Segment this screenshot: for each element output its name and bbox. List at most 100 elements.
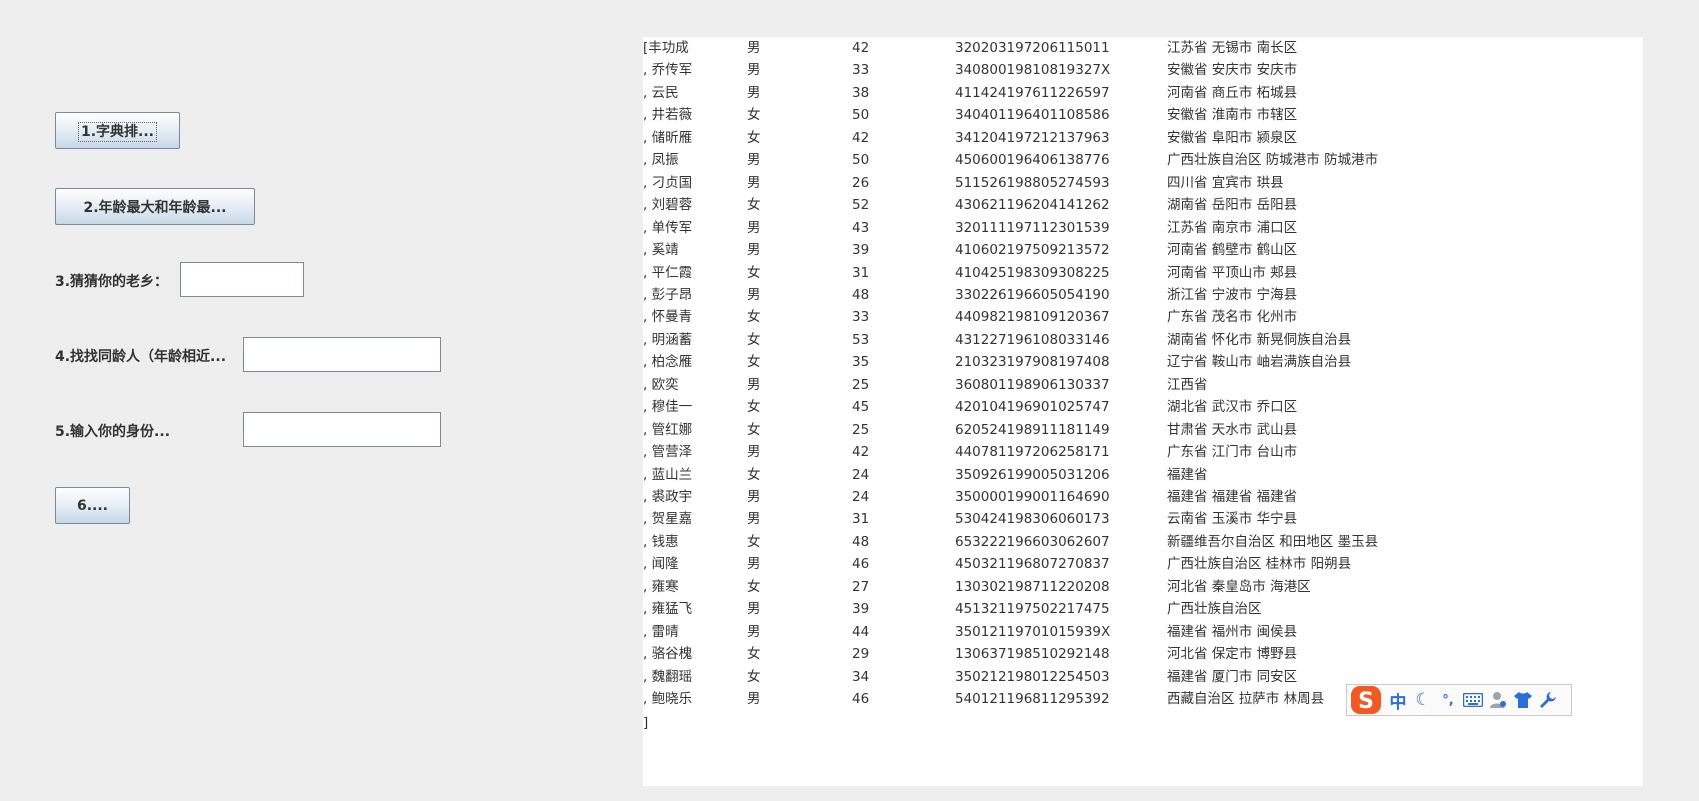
person-id-number: 320203197206115011 bbox=[955, 40, 1110, 56]
person-address: 湖南省 怀化市 新晃侗族自治县 bbox=[1167, 331, 1352, 348]
person-id-number: 210323197908197408 bbox=[955, 354, 1110, 371]
list-item: , 贺星嘉 男 31 530424198306060173 云南省 玉溪市 华宁县 bbox=[643, 508, 1643, 530]
list-item: , 彭子昂 男 48 330226196605054190 浙江省 宁波市 宁海县 bbox=[643, 284, 1643, 306]
list-item: , 奚靖 男 39 410602197509213572 河南省 鹤壁市 鹤山区 bbox=[643, 239, 1643, 261]
person-name: , 雷晴 bbox=[643, 623, 679, 640]
person-address: 河北省 秦皇岛市 海港区 bbox=[1167, 578, 1311, 595]
person-gender: 男 bbox=[747, 174, 761, 191]
same-age-input[interactable] bbox=[243, 337, 441, 372]
person-gender: 男 bbox=[747, 219, 761, 236]
list-item: , 穆佳一 女 45 420104196901025747 湖北省 武汉市 乔口区 bbox=[643, 396, 1643, 418]
person-gender: 男 bbox=[747, 489, 761, 505]
person-age: 52 bbox=[852, 197, 870, 214]
person-gender: 男 bbox=[747, 62, 761, 79]
person-name: , 凤振 bbox=[643, 152, 679, 169]
keyboard-icon[interactable] bbox=[1463, 689, 1483, 711]
person-name: , 明涵蓄 bbox=[643, 331, 693, 348]
shirt-icon[interactable] bbox=[1513, 689, 1533, 711]
person-age: 39 bbox=[852, 601, 870, 618]
person-gender: 男 bbox=[747, 556, 761, 573]
person-address: 河南省 鹤壁市 鹤山区 bbox=[1167, 242, 1298, 259]
person-gender: 男 bbox=[747, 601, 761, 618]
person-id-number: 653222196603062607 bbox=[955, 533, 1110, 550]
person-gender: 女 bbox=[747, 309, 761, 326]
person-id-number: 450600196406138776 bbox=[955, 152, 1110, 169]
sort-dictionary-button[interactable]: 1.字典排... bbox=[55, 112, 180, 149]
person-address: 福建省 福州市 闽侯县 bbox=[1167, 623, 1298, 640]
closing-bracket: ] bbox=[643, 715, 649, 731]
person-gender: 女 bbox=[747, 129, 761, 146]
svg-text:S: S bbox=[1358, 689, 1374, 714]
person-name: , 雍寒 bbox=[643, 578, 679, 595]
person-id-number: 130637198510292148 bbox=[955, 646, 1110, 663]
person-age: 24 bbox=[852, 489, 870, 505]
person-age: 25 bbox=[852, 421, 870, 438]
person-name: , 管营泽 bbox=[643, 444, 693, 461]
person-address: 福建省 bbox=[1167, 466, 1208, 483]
person-address: 广东省 茂名市 化州市 bbox=[1167, 309, 1298, 326]
ime-toolbar[interactable]: S 中 ☾ °, bbox=[1346, 684, 1572, 716]
list-item: , 骆谷槐 女 29 130637198510292148 河北省 保定市 博野县 bbox=[643, 643, 1643, 665]
person-id-number: 341204197212137963 bbox=[955, 129, 1110, 146]
person-age: 42 bbox=[852, 444, 870, 461]
person-address: 福建省 厦门市 同安区 bbox=[1167, 668, 1298, 685]
person-address: 江苏省 南京市 浦口区 bbox=[1167, 219, 1298, 236]
person-name: , 雍猛飞 bbox=[643, 601, 693, 618]
person-gender: 男 bbox=[747, 623, 761, 640]
person-gender: 女 bbox=[747, 421, 761, 438]
list-item: , 凤振 男 50 450600196406138776 广西壮族自治区 防城港市 防城… bbox=[643, 149, 1643, 171]
person-id-number: 540121196811295392 bbox=[955, 691, 1110, 708]
person-address: 广西壮族自治区 bbox=[1167, 601, 1262, 618]
person-name: , 贺星嘉 bbox=[643, 511, 693, 528]
chinese-mode-icon[interactable]: 中 bbox=[1388, 689, 1408, 713]
list-item: [丰功成 男 42 320203197206115011 江苏省 无锡市 南长区 bbox=[643, 37, 1643, 59]
list-item: , 平仁霞 女 31 410425198309308225 河南省 平顶山市 郏县 bbox=[643, 262, 1643, 284]
person-id-number: 411424197611226597 bbox=[955, 84, 1110, 101]
moon-icon[interactable]: ☾ bbox=[1413, 689, 1433, 711]
person-age: 31 bbox=[852, 511, 870, 528]
user-icon[interactable] bbox=[1488, 689, 1508, 711]
person-id-number: 511526198805274593 bbox=[955, 174, 1110, 191]
person-id-number: 431227196108033146 bbox=[955, 331, 1110, 348]
list-item: , 明涵蓄 女 53 431227196108033146 湖南省 怀化市 新晃侗族自治… bbox=[643, 329, 1643, 351]
oldest-youngest-button[interactable]: 2.年龄最大和年龄最... bbox=[55, 188, 255, 225]
person-age: 27 bbox=[852, 578, 870, 595]
person-address: 新疆维吾尔自治区 和田地区 墨玉县 bbox=[1167, 533, 1379, 550]
person-id-number: 430621196204141262 bbox=[955, 197, 1110, 214]
output-text-area[interactable]: [丰功成男 42 320203197206115011 江苏省 无锡市 南长区, 乔传… bbox=[643, 37, 1643, 786]
person-age: 39 bbox=[852, 242, 870, 259]
person-gender: 女 bbox=[747, 668, 761, 685]
person-name: , 钱惠 bbox=[643, 533, 679, 550]
person-age: 38 bbox=[852, 84, 870, 101]
person-address: 浙江省 宁波市 宁海县 bbox=[1167, 286, 1298, 303]
list-item: , 管红娜 女 25 620524198911181149 甘肃省 天水市 武山县 bbox=[643, 419, 1643, 441]
list-item: , 储昕雁 女 42 341204197212137963 安徽省 阜阳市 颍泉区 bbox=[643, 127, 1643, 149]
person-age: 48 bbox=[852, 286, 870, 303]
person-id-number: 130302198711220208 bbox=[955, 578, 1110, 595]
person-address: 广西壮族自治区 防城港市 防城港市 bbox=[1167, 152, 1379, 169]
person-id-number: 410602197509213572 bbox=[955, 242, 1110, 259]
option-six-button[interactable]: 6.... bbox=[55, 487, 130, 524]
id-number-input[interactable] bbox=[243, 412, 441, 447]
person-gender: 女 bbox=[747, 107, 761, 124]
hometown-input[interactable] bbox=[180, 262, 304, 297]
person-id-number: 440982198109120367 bbox=[955, 309, 1110, 326]
list-item: , 欧奕 男 25 360801198906130337 江西省 bbox=[643, 374, 1643, 396]
person-age: 31 bbox=[852, 264, 870, 281]
person-address: 安徽省 阜阳市 颍泉区 bbox=[1167, 129, 1298, 146]
punctuation-icon[interactable]: °, bbox=[1438, 689, 1458, 711]
person-id-number: 440781197206258171 bbox=[955, 444, 1110, 461]
person-name: , 蓝山兰 bbox=[643, 466, 693, 483]
person-gender: 女 bbox=[747, 533, 761, 550]
person-name: , 刘碧蓉 bbox=[643, 197, 693, 214]
person-address: 河南省 商丘市 柘城县 bbox=[1167, 84, 1298, 101]
person-id-number: 350000199001164690 bbox=[955, 489, 1110, 505]
person-age: 50 bbox=[852, 107, 870, 124]
sogou-s-logo-icon[interactable]: S bbox=[1349, 685, 1383, 715]
option-six-button-label: 6.... bbox=[76, 497, 108, 514]
same-age-label: 4.找找同龄人（年龄相近... bbox=[55, 349, 227, 365]
list-item: , 刘碧蓉 女 52 430621196204141262 湖南省 岳阳市 岳阳县 bbox=[643, 194, 1643, 216]
person-name: , 骆谷槐 bbox=[643, 646, 693, 663]
list-item: , 雍猛飞 男 39 451321197502217475 广西壮族自治区 bbox=[643, 598, 1643, 620]
wrench-icon[interactable] bbox=[1538, 689, 1558, 711]
